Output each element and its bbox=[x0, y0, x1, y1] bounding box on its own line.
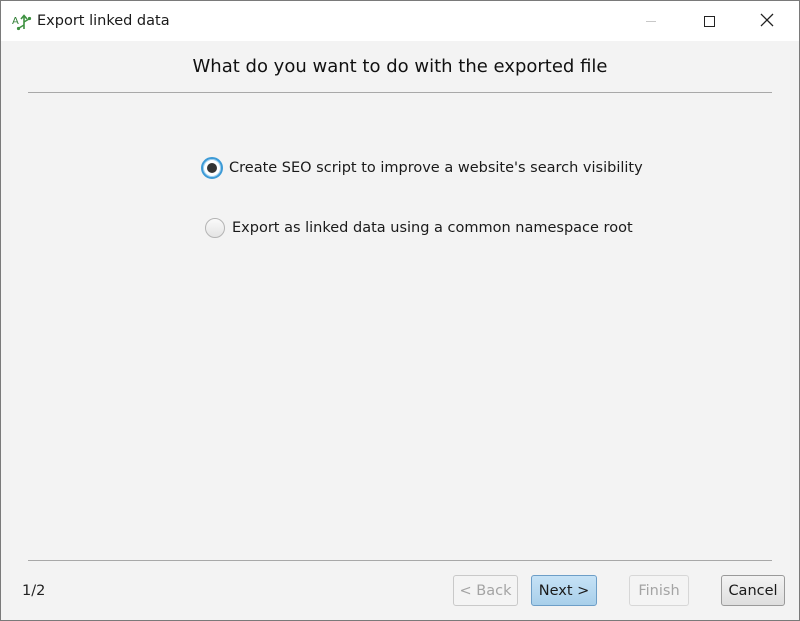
linked-data-icon: A bbox=[12, 12, 32, 32]
radio-dot bbox=[207, 163, 217, 173]
header-divider bbox=[28, 92, 772, 93]
finish-button[interactable]: Finish bbox=[629, 575, 689, 606]
svg-text:A: A bbox=[12, 16, 19, 27]
footer-divider bbox=[28, 560, 772, 561]
maximize-icon bbox=[703, 15, 715, 27]
maximize-button[interactable] bbox=[686, 1, 732, 41]
seo-script-label[interactable]: Create SEO script to improve a website's… bbox=[229, 160, 643, 176]
seo-script-radio[interactable] bbox=[201, 157, 223, 179]
option-seo-script[interactable]: Create SEO script to improve a website's… bbox=[201, 157, 643, 179]
back-button[interactable]: < Back bbox=[453, 575, 518, 606]
linked-data-label[interactable]: Export as linked data using a common nam… bbox=[232, 220, 633, 236]
close-button[interactable] bbox=[744, 1, 790, 41]
minimize-icon bbox=[646, 20, 656, 22]
window-title: Export linked data bbox=[37, 13, 170, 29]
close-icon bbox=[760, 12, 774, 31]
title-bar[interactable]: A Export linked data bbox=[1, 1, 799, 41]
minimize-button[interactable] bbox=[628, 1, 674, 41]
cancel-button[interactable]: Cancel bbox=[721, 575, 785, 606]
page-indicator: 1/2 bbox=[22, 583, 46, 599]
export-linked-data-dialog: A Export linked data What do you want to… bbox=[0, 0, 800, 621]
next-button[interactable]: Next > bbox=[531, 575, 597, 606]
wizard-heading: What do you want to do with the exported… bbox=[192, 56, 608, 77]
linked-data-radio[interactable] bbox=[205, 218, 225, 238]
option-linked-data[interactable]: Export as linked data using a common nam… bbox=[205, 218, 633, 238]
